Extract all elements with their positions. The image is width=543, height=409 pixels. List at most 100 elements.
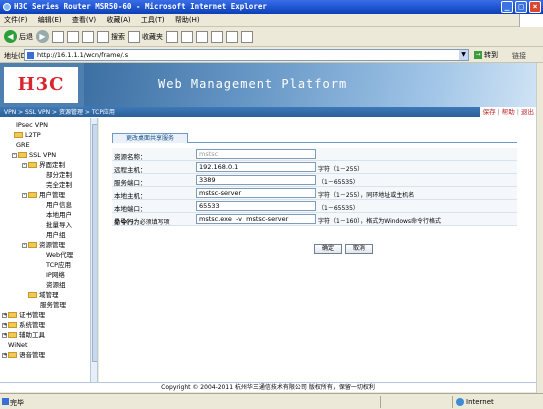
zone-text: Internet [466, 398, 494, 406]
tree-item-system-mgmt[interactable]: + 系统管理 [0, 320, 90, 330]
expand-icon[interactable]: + [2, 332, 7, 338]
forward-arrow-icon: ▶ [36, 30, 49, 43]
tree-item-ssl-vpn[interactable]: - SSL VPN [0, 150, 90, 160]
minimize-button[interactable]: _ [501, 1, 513, 13]
folder-icon [8, 332, 17, 338]
window-title: H3C Series Router MSR50-60 - Microsoft I… [14, 2, 267, 11]
menu-file[interactable]: 文件(F) [0, 14, 32, 27]
menu-view[interactable]: 查看(V) [68, 14, 100, 27]
tab-header: 更改桌面共享服务 [112, 133, 517, 143]
scrollbar-thumb[interactable] [92, 124, 97, 362]
forward-button[interactable]: ▶ [36, 30, 49, 43]
menu-favorites[interactable]: 收藏(A) [102, 14, 134, 27]
tree-item-web-proxy[interactable]: Web代理 [0, 250, 90, 260]
tree-item-full-custom[interactable]: 完全定制 [0, 180, 90, 190]
tree-item-ipsec-vpn[interactable]: IPsec VPN [0, 120, 90, 130]
tree-item-batch-import[interactable]: 批量导入 [0, 220, 90, 230]
tree-item-local-user[interactable]: 本地用户 [0, 210, 90, 220]
links-label[interactable]: 链接 [512, 51, 526, 61]
expand-icon[interactable]: + [2, 312, 7, 318]
tree-item-ip-network[interactable]: IP网络 [0, 270, 90, 280]
form-row-remote-host: 远程主机： 字符（1－255） [112, 161, 517, 174]
service-port-input[interactable] [196, 175, 316, 185]
browser-toolbar: ◀ 后退 ▶ 搜索 收藏夹 [0, 27, 543, 47]
tree-item-voice-mgmt[interactable]: + 语音管理 [0, 350, 90, 360]
required-note: 星号(*)为必须填写项 [114, 219, 170, 226]
logout-link[interactable]: 退出 [521, 108, 534, 116]
search-icon [97, 30, 109, 43]
help-link[interactable]: 帮助 [502, 108, 515, 116]
tree-item-cert-mgmt[interactable]: + 证书管理 [0, 310, 90, 320]
tree-item-resource-group[interactable]: 资源组 [0, 280, 90, 290]
tree-item-ui-custom[interactable]: - 界面定制 [0, 160, 90, 170]
home-icon[interactable] [82, 30, 94, 43]
history-icon[interactable] [166, 30, 178, 43]
save-link[interactable]: 保存 [483, 108, 496, 116]
tree-item-partial-custom[interactable]: 部分定制 [0, 170, 90, 180]
address-input[interactable]: http://16.1.1.1/wcn/frame/.s ▼ [24, 49, 469, 61]
tree-item-user-info[interactable]: 用户信息 [0, 200, 90, 210]
close-button[interactable]: × [529, 1, 541, 13]
address-bar: 地址(D) http://16.1.1.1/wcn/frame/.s ▼ → 转到… [0, 47, 543, 63]
favorites-button[interactable]: 收藏夹 [128, 30, 163, 43]
ok-button[interactable]: 确定 [314, 244, 342, 254]
refresh-icon[interactable] [67, 30, 79, 43]
go-button[interactable]: → 转到 [474, 50, 498, 60]
form-row-local-host: 本地主机： 字符（1－255），同环地址或主机名 [112, 187, 517, 200]
collapse-icon[interactable]: - [12, 152, 17, 158]
folder-icon [28, 192, 37, 198]
folder-icon [14, 132, 23, 138]
edit-form: 资源名称： 远程主机： 字符（1－255） 服务端口： （1－65535） 本地… [112, 148, 517, 226]
internet-zone-icon [456, 398, 464, 406]
star-icon [128, 30, 140, 43]
sidebar-scrollbar[interactable] [90, 118, 97, 382]
menu-edit[interactable]: 编辑(E) [34, 14, 66, 27]
local-host-input[interactable] [196, 188, 316, 198]
main-content: 更改桌面共享服务 资源名称： 远程主机： 字符（1－255） 服务端口： （1－… [99, 118, 536, 382]
page-icon [27, 52, 34, 59]
tree-item-resource-mgmt[interactable]: - 资源管理 [0, 240, 90, 250]
tree-item-l2tp[interactable]: L2TP [0, 130, 90, 140]
mail-icon[interactable] [181, 30, 193, 43]
expand-icon[interactable]: + [2, 352, 7, 358]
address-url: http://16.1.1.1/wcn/frame/.s [37, 51, 129, 59]
tree-item-user-group[interactable]: 用户组 [0, 230, 90, 240]
tree-item-winet[interactable]: WiNet [0, 340, 90, 350]
h3c-logo: H3C [4, 67, 78, 103]
folder-icon [28, 242, 37, 248]
expand-icon[interactable]: + [2, 322, 7, 328]
command-line-input[interactable] [196, 214, 316, 224]
tab-edit-desktop-share[interactable]: 更改桌面共享服务 [112, 133, 188, 143]
window-titlebar: H3C Series Router MSR50-60 - Microsoft I… [0, 0, 543, 14]
maximize-button[interactable]: □ [515, 1, 527, 13]
resource-name-input[interactable] [196, 149, 316, 159]
local-port-input[interactable] [196, 201, 316, 211]
tree-item-domain-mgmt[interactable]: 域管理 [0, 290, 90, 300]
windows-logo-icon [519, 14, 543, 27]
chevron-down-icon[interactable]: ▼ [459, 50, 468, 60]
collapse-icon[interactable]: - [22, 192, 27, 198]
tree-item-service-mgmt[interactable]: 服务管理 [0, 300, 90, 310]
form-row-resource-name: 资源名称： [112, 148, 517, 161]
menu-tools[interactable]: 工具(T) [137, 14, 169, 27]
stop-icon[interactable] [52, 30, 64, 43]
collapse-icon[interactable]: - [22, 162, 27, 168]
page-scrollbar[interactable] [536, 63, 543, 393]
tree-item-user-mgmt[interactable]: - 用户管理 [0, 190, 90, 200]
search-button[interactable]: 搜索 [97, 30, 125, 43]
messenger-icon[interactable] [241, 30, 253, 43]
tree-item-aux-tools[interactable]: + 辅助工具 [0, 330, 90, 340]
form-buttons: 确定 取消 [314, 244, 373, 254]
edit-icon[interactable] [211, 30, 223, 43]
print-icon[interactable] [196, 30, 208, 43]
folder-icon[interactable] [226, 30, 238, 43]
go-arrow-icon: → [474, 51, 482, 59]
banner: H3C Web Management Platform [0, 63, 536, 107]
back-button[interactable]: ◀ 后退 [4, 30, 33, 43]
menu-help[interactable]: 帮助(H) [171, 14, 204, 27]
tree-item-gre[interactable]: GRE [0, 140, 90, 150]
remote-host-input[interactable] [196, 162, 316, 172]
tree-item-tcp-app[interactable]: TCP应用 [0, 260, 90, 270]
cancel-button[interactable]: 取消 [345, 244, 373, 254]
collapse-icon[interactable]: - [22, 242, 27, 248]
